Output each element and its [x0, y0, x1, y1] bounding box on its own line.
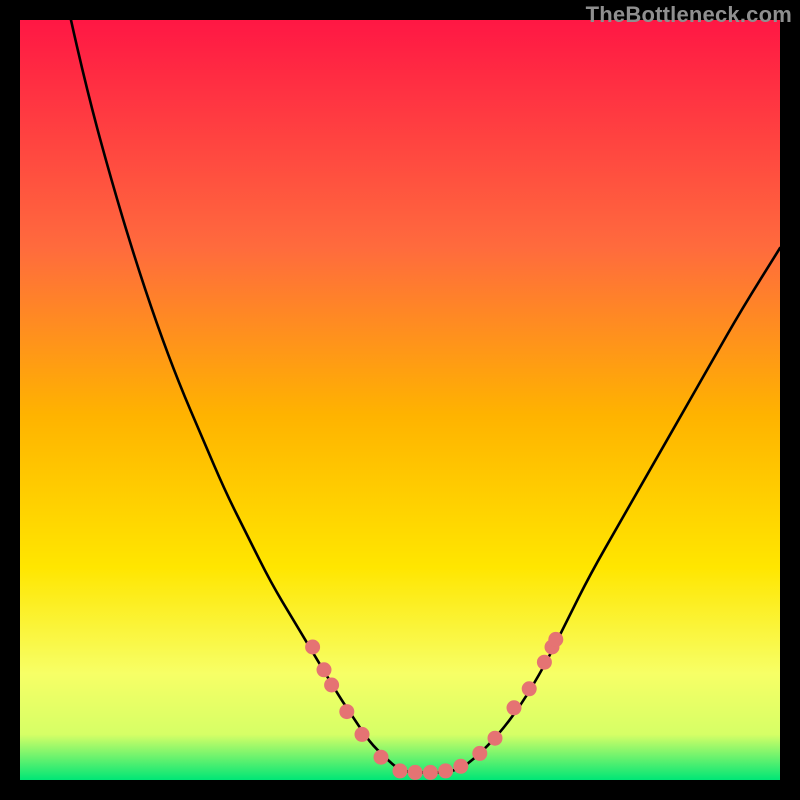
data-marker [324, 678, 339, 693]
data-marker [548, 632, 563, 647]
data-marker [522, 681, 537, 696]
data-marker [393, 763, 408, 778]
plot-svg [20, 20, 780, 780]
data-marker [438, 763, 453, 778]
gradient-background [20, 20, 780, 780]
data-marker [537, 655, 552, 670]
data-marker [408, 765, 423, 780]
watermark-text: TheBottleneck.com [586, 2, 792, 28]
data-marker [507, 700, 522, 715]
data-marker [339, 704, 354, 719]
data-marker [355, 727, 370, 742]
plot-area [20, 20, 780, 780]
data-marker [374, 750, 389, 765]
data-marker [317, 662, 332, 677]
data-marker [488, 731, 503, 746]
data-marker [305, 640, 320, 655]
data-marker [472, 746, 487, 761]
chart-stage: TheBottleneck.com [0, 0, 800, 800]
data-marker [423, 765, 438, 780]
data-marker [453, 759, 468, 774]
